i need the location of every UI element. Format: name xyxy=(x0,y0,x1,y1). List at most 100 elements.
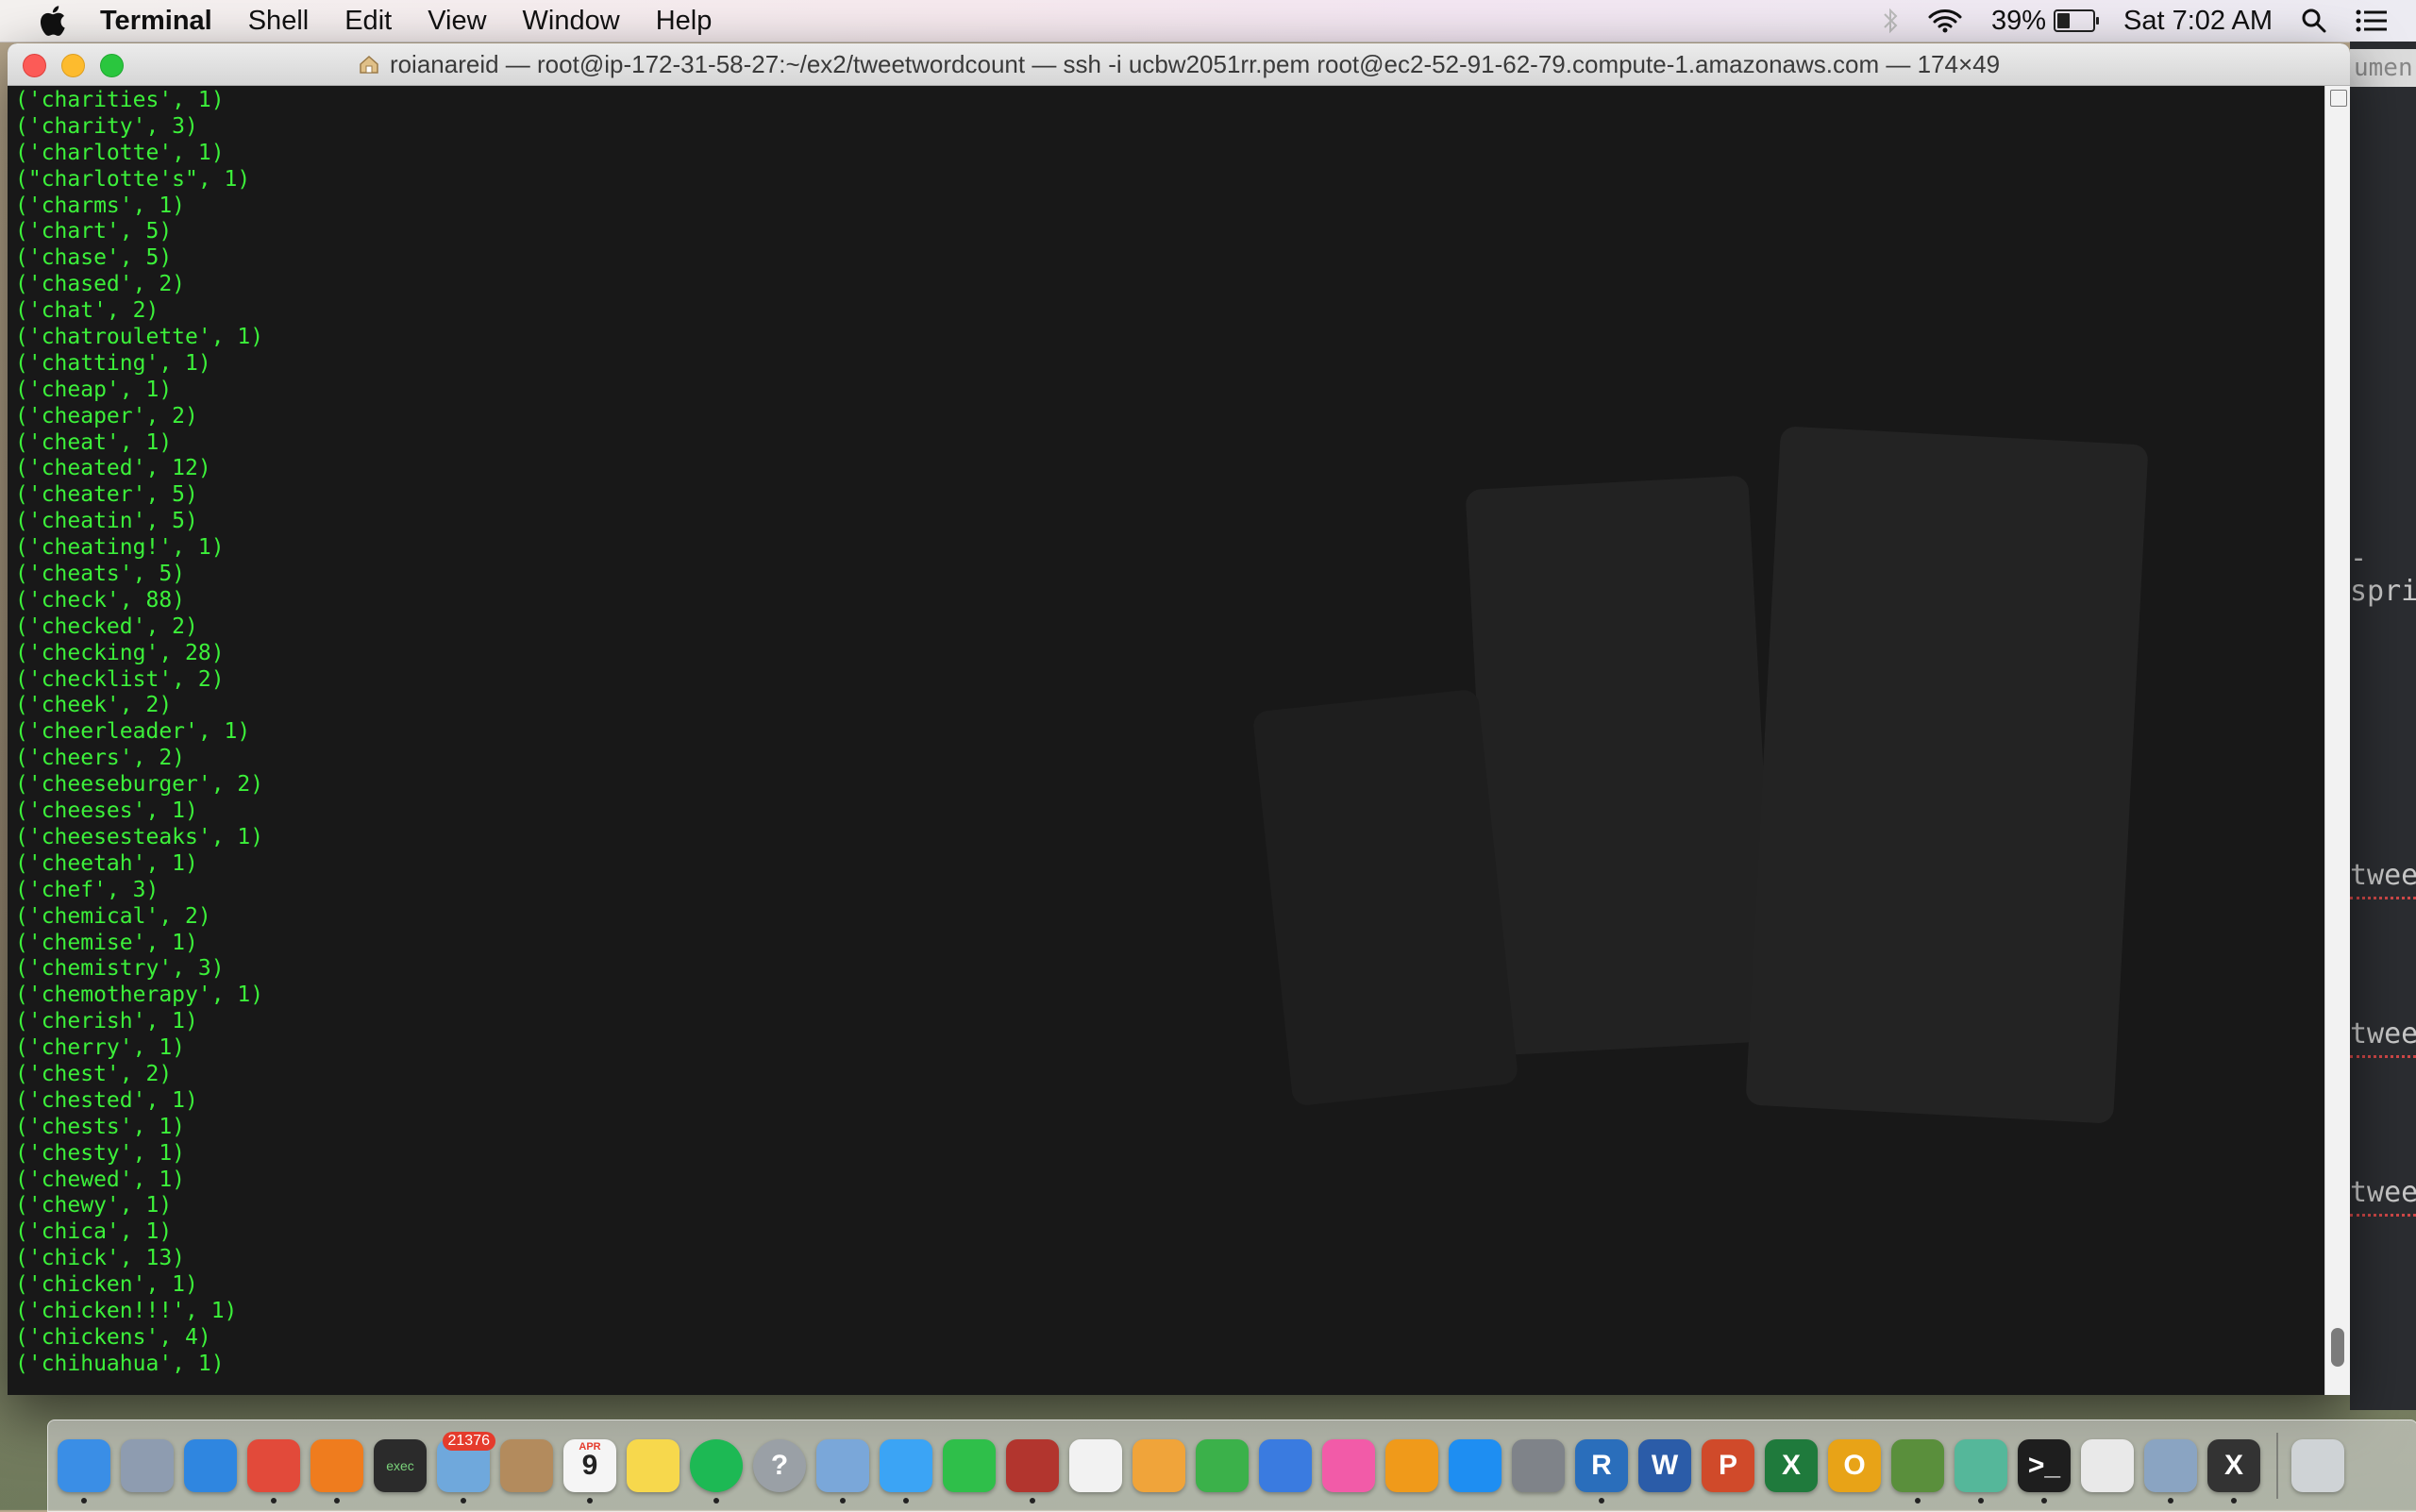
x11-icon[interactable]: X xyxy=(2207,1439,2260,1504)
terminal-line: ('cheater', 5) xyxy=(15,482,198,508)
numbers-icon[interactable] xyxy=(1196,1439,1249,1492)
apple-icon[interactable] xyxy=(36,5,68,37)
terminal-line: ('check', 88) xyxy=(15,587,186,613)
terminal-icon[interactable]: >_ xyxy=(2018,1439,2071,1504)
calendar-month: APR xyxy=(579,1441,601,1453)
help-icon[interactable]: ? xyxy=(753,1439,806,1492)
background-editor-line: -spri xyxy=(2350,542,2416,608)
terminal-scrollbar[interactable] xyxy=(2324,86,2350,1395)
bluetooth-icon[interactable] xyxy=(1882,8,1899,34)
zoom-button[interactable] xyxy=(100,54,124,77)
exec-terminal-icon[interactable]: exec xyxy=(374,1439,427,1492)
terminal-line: ('cheap', 1) xyxy=(15,377,173,402)
r-icon[interactable]: R xyxy=(1575,1439,1628,1504)
menu-app-name[interactable]: Terminal xyxy=(100,6,212,37)
keynote-icon[interactable] xyxy=(1259,1439,1312,1492)
word-icon[interactable]: W xyxy=(1638,1439,1691,1492)
terminal-window[interactable]: roianareid — root@ip-172-31-58-27:~/ex2/… xyxy=(8,43,2350,1395)
textedit-icon[interactable] xyxy=(2081,1439,2134,1492)
terminal-line: ('chewy', 1) xyxy=(15,1193,173,1218)
menu-shell[interactable]: Shell xyxy=(248,6,310,37)
preview-icon[interactable] xyxy=(816,1439,869,1504)
terminal-line: ('chemical', 2) xyxy=(15,903,211,929)
background-editor-tab[interactable]: umen xyxy=(2350,49,2416,87)
terminal-line: ('chica', 1) xyxy=(15,1219,173,1245)
notification-center-icon[interactable] xyxy=(2356,8,2388,33)
terminal-line: ('chest', 2) xyxy=(15,1061,173,1086)
background-editor-window[interactable]: umen -spri tweet tweet tweet xyxy=(2350,42,2416,1410)
close-button[interactable] xyxy=(23,54,46,77)
outlook-icon[interactable]: O xyxy=(1828,1439,1881,1492)
mail-icon[interactable]: 21376 xyxy=(437,1432,495,1504)
terminal-line: ('checking', 28) xyxy=(15,640,225,665)
calendar-icon[interactable]: 9 APR xyxy=(563,1439,616,1504)
dock-separator xyxy=(2276,1433,2278,1499)
terminal-line: ('cherish', 1) xyxy=(15,1009,198,1034)
wifi-icon[interactable] xyxy=(1927,8,1963,34)
messages-icon[interactable] xyxy=(880,1439,932,1504)
terminal-line: ('cheating!', 1) xyxy=(15,535,225,561)
terminal-output: ('charities', 1) ('charity', 3) ('charlott… xyxy=(15,88,263,1378)
terminal-line: ('chihuahua', 1) xyxy=(15,1351,225,1376)
dock-item-label: W xyxy=(1651,1450,1679,1481)
app-store-icon[interactable] xyxy=(1449,1439,1502,1492)
spotlight-search-icon[interactable] xyxy=(2301,8,2327,34)
running-indicator xyxy=(1599,1498,1604,1504)
terminal-content[interactable]: ('charities', 1) ('charity', 3) ('charlott… xyxy=(8,86,2325,1395)
menu-edit[interactable]: Edit xyxy=(344,6,392,37)
network-icon[interactable] xyxy=(1891,1439,1944,1504)
photos-icon[interactable] xyxy=(1069,1439,1122,1492)
terminal-line: ('cheetah', 1) xyxy=(15,850,198,876)
menu-help[interactable]: Help xyxy=(656,6,713,37)
dock-item-label: ? xyxy=(770,1450,789,1481)
spotify-icon[interactable] xyxy=(690,1439,743,1504)
contacts-icon[interactable] xyxy=(500,1439,553,1492)
running-indicator xyxy=(840,1498,846,1504)
finder-icon[interactable] xyxy=(58,1439,110,1504)
terminal-line: ('chickens', 4) xyxy=(15,1324,211,1350)
facetime-icon[interactable] xyxy=(943,1439,996,1492)
ibooks-icon[interactable] xyxy=(1385,1439,1438,1492)
split-pane-icon[interactable] xyxy=(2330,90,2347,107)
background-ghost-image xyxy=(1745,426,2149,1124)
terminal-line: ('chat', 2) xyxy=(15,298,159,324)
battery-icon xyxy=(2054,9,2099,32)
scrollbar-thumb[interactable] xyxy=(2331,1327,2344,1367)
pages-icon[interactable] xyxy=(1132,1439,1185,1492)
dock-badge: 21376 xyxy=(442,1432,495,1451)
terminal-line: ('chatroulette', 1) xyxy=(15,325,264,350)
terminal-line: ('chemistry', 3) xyxy=(15,956,225,982)
running-indicator xyxy=(903,1498,909,1504)
battery-status[interactable]: 39% xyxy=(1991,6,2099,37)
firefox-icon[interactable] xyxy=(310,1439,363,1504)
powerpoint-icon[interactable]: P xyxy=(1702,1439,1754,1492)
menu-window[interactable]: Window xyxy=(523,6,620,37)
terminal-line: ('checked', 2) xyxy=(15,613,198,639)
terminal-line: ('chests', 1) xyxy=(15,1114,186,1139)
terminal-line: ('cheeses', 1) xyxy=(15,798,198,824)
launchpad-icon[interactable] xyxy=(121,1439,174,1492)
chrome-icon[interactable] xyxy=(247,1439,300,1504)
terminal-line: ('cherry', 1) xyxy=(15,1035,186,1061)
terminal-line: ('cheated', 12) xyxy=(15,456,211,481)
dock-item-label: P xyxy=(1718,1450,1737,1481)
menu-bar: Terminal Shell Edit View Window Help 39%… xyxy=(0,0,2416,42)
safari-icon[interactable] xyxy=(184,1439,237,1492)
photo-booth-icon[interactable] xyxy=(1006,1439,1059,1504)
terminal-line: ('cheat', 1) xyxy=(15,429,173,455)
atom-icon[interactable] xyxy=(1955,1439,2007,1504)
excel-icon[interactable]: X xyxy=(1765,1439,1818,1492)
itunes-icon[interactable] xyxy=(1322,1439,1375,1492)
system-preferences-icon[interactable] xyxy=(1512,1439,1565,1492)
dock: exec 21376 9 APR? R W P X O >_ X xyxy=(47,1420,2416,1512)
minimize-button[interactable] xyxy=(61,54,85,77)
running-indicator xyxy=(713,1498,719,1504)
preview-photos-icon[interactable] xyxy=(2144,1439,2197,1504)
running-indicator xyxy=(2168,1498,2173,1504)
notes-icon[interactable] xyxy=(627,1439,680,1492)
window-titlebar[interactable]: roianareid — root@ip-172-31-58-27:~/ex2/… xyxy=(8,43,2350,86)
menu-view[interactable]: View xyxy=(428,6,486,37)
dock-item-label: 9 xyxy=(581,1450,598,1481)
menu-clock[interactable]: Sat 7:02 AM xyxy=(2123,6,2273,37)
trash-icon[interactable] xyxy=(2291,1439,2344,1492)
